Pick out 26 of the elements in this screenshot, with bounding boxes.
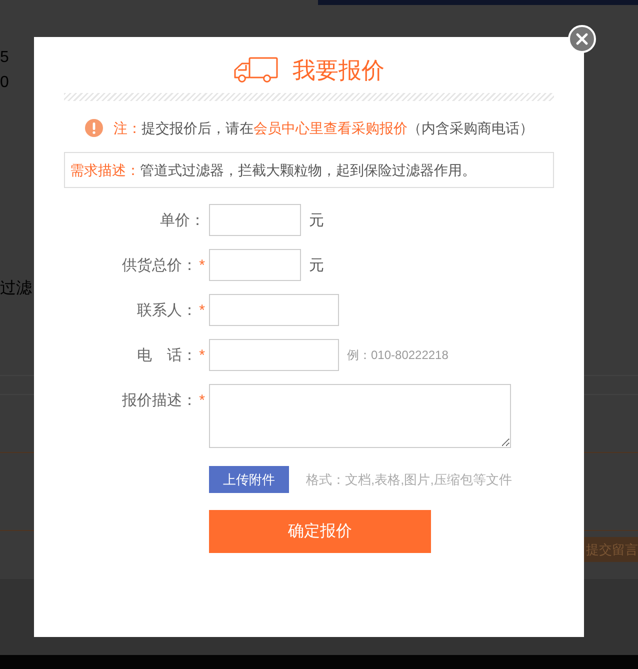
background-text: 过滤 xyxy=(0,281,32,297)
textarea-field[interactable] xyxy=(209,384,511,448)
unit-text: 元 xyxy=(309,210,324,230)
upload-button[interactable]: 上传附件 xyxy=(209,466,289,493)
truck-icon xyxy=(234,57,278,83)
background-text: 5 xyxy=(0,50,9,66)
field-label: 电 话：* xyxy=(137,346,205,366)
close-button[interactable] xyxy=(568,25,596,53)
warning-icon xyxy=(84,119,102,137)
field-label: 联系人：* xyxy=(137,300,205,320)
hint-text: 例：010-80222218 xyxy=(347,346,448,364)
unit-text: 元 xyxy=(309,256,324,274)
requirement-description: 需求描述：管道式过滤器，拦截大颗粒物，起到保险过滤器作用。 xyxy=(64,152,554,188)
note-text: 注：提交报价后，请在会员中心里查看采购报价（内含采购商电话） xyxy=(114,119,534,137)
field-label: 供货总价：* xyxy=(122,256,205,276)
field-label: 报价描述：* xyxy=(122,391,205,411)
field-label: 单价： xyxy=(160,210,205,230)
upload-hint: 格式：文档,表格,图片,压缩包等文件 xyxy=(306,470,512,488)
input-field[interactable] xyxy=(209,294,339,326)
input-field[interactable] xyxy=(209,249,301,281)
close-icon xyxy=(576,33,588,45)
background-text: 0 xyxy=(0,75,9,91)
dialog-title: 我要报价 xyxy=(292,56,384,85)
input-field[interactable] xyxy=(209,339,339,371)
submit-button[interactable]: 确定报价 xyxy=(209,510,431,553)
input-field[interactable] xyxy=(209,204,301,236)
